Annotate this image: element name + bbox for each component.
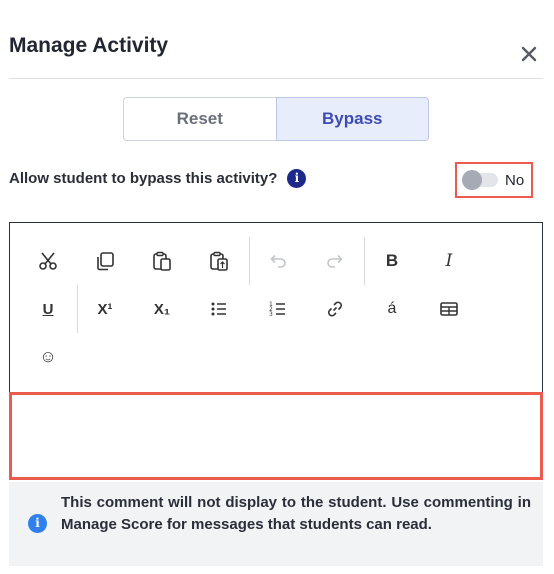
editor-toolbar: B I U X¹ X₁ 1 2 3 á ☺	[9, 222, 543, 392]
paste-button[interactable]	[145, 244, 179, 278]
info-icon: i	[28, 514, 47, 533]
superscript-button[interactable]: X¹	[88, 292, 122, 326]
close-button[interactable]	[515, 40, 543, 68]
comment-editor[interactable]	[9, 392, 543, 480]
paste-special-icon	[210, 251, 228, 271]
dialog-header: Manage Activity	[9, 34, 543, 79]
numbered-list-icon: 1 2 3	[269, 301, 285, 318]
redo-icon	[327, 254, 343, 268]
reset-button[interactable]: Reset	[123, 97, 276, 141]
numbered-list-button[interactable]: 1 2 3	[261, 292, 295, 326]
paste-special-button[interactable]	[202, 244, 236, 278]
redo-button[interactable]	[318, 244, 352, 278]
info-note-text: This comment will not display to the stu…	[61, 494, 531, 533]
info-icon[interactable]: i	[287, 169, 307, 188]
bypass-question: Allow student to bypass this activity? i	[9, 169, 307, 188]
table-button[interactable]	[432, 292, 466, 326]
emoji-button[interactable]: ☺	[31, 340, 65, 374]
special-character-button[interactable]: á	[375, 292, 409, 326]
link-button[interactable]	[318, 292, 352, 326]
paste-icon	[153, 251, 171, 271]
toggle-state-label: No	[505, 171, 525, 189]
copy-button[interactable]	[88, 244, 122, 278]
reset-bypass-toggle-group: Reset Bypass	[123, 97, 429, 141]
dialog-title: Manage Activity	[9, 34, 169, 57]
bulleted-list-button[interactable]	[202, 292, 236, 326]
toolbar-separator	[77, 285, 78, 333]
toggle-knob	[462, 170, 482, 190]
close-icon	[521, 46, 537, 62]
undo-button[interactable]	[261, 244, 295, 278]
bypass-toggle-switch[interactable]	[462, 170, 498, 190]
link-icon	[328, 301, 342, 317]
bulleted-list-icon	[211, 302, 226, 316]
bypass-question-label: Allow student to bypass this activity?	[9, 170, 278, 187]
bold-button[interactable]: B	[375, 244, 409, 278]
subscript-button[interactable]: X₁	[145, 292, 179, 326]
bypass-button[interactable]: Bypass	[275, 97, 429, 141]
bypass-toggle-container: No	[455, 162, 533, 198]
svg-text:3: 3	[269, 311, 273, 318]
info-note: i This comment will not display to the s…	[9, 482, 543, 566]
table-icon	[440, 302, 458, 316]
cut-button[interactable]	[31, 244, 65, 278]
toolbar-separator	[249, 237, 250, 285]
cut-icon	[39, 252, 57, 270]
undo-icon	[270, 254, 286, 268]
toolbar-separator	[364, 237, 365, 285]
underline-button[interactable]: U	[31, 292, 65, 326]
italic-button[interactable]: I	[432, 244, 466, 278]
copy-icon	[97, 252, 114, 271]
